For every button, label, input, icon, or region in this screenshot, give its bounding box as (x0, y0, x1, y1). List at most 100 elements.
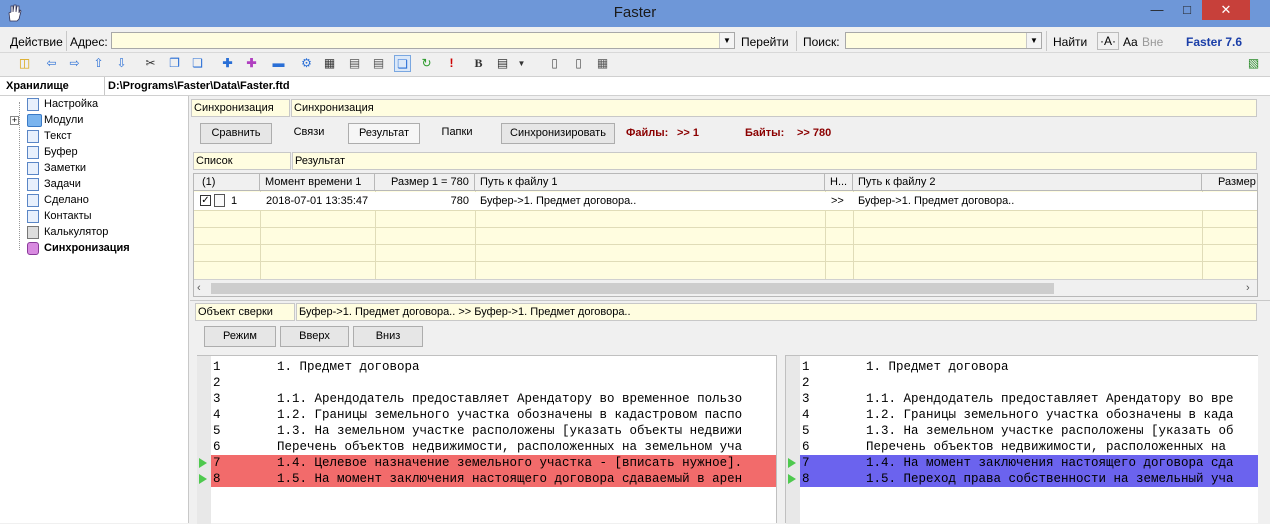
book-icon[interactable]: ▧ (1245, 55, 1262, 72)
sidebar-item-settings[interactable]: Настройка (27, 96, 98, 112)
address-combo[interactable]: ▼ (111, 32, 735, 49)
cut-icon[interactable]: ✂ (142, 55, 159, 72)
right-line: 2 (802, 376, 810, 390)
column-index[interactable]: (1) (194, 174, 260, 191)
find-button[interactable]: Найти (1053, 35, 1087, 49)
scroll-left-icon[interactable]: ‹ (197, 282, 201, 294)
result-button[interactable]: Результат (348, 123, 420, 144)
paste-icon[interactable]: ❏ (189, 55, 206, 72)
down-button[interactable]: Вниз (353, 326, 423, 347)
add-child-icon[interactable]: ✚ (243, 55, 260, 72)
address-bar: Действие Адрес: ▼ Перейти Поиск: ▼ Найти… (0, 29, 1270, 53)
left-line: 2 (213, 376, 221, 390)
action-menu[interactable]: Действие (10, 35, 63, 49)
expand-icon[interactable]: + (10, 116, 19, 125)
sync-icon[interactable]: ❏ (394, 55, 411, 72)
scroll-right-icon[interactable]: › (1246, 282, 1250, 294)
alert-icon[interactable]: ! (443, 55, 460, 72)
right-line: 5 1.3. На земельном участке расположены [… (802, 424, 1234, 438)
remove-icon[interactable]: ▬ (270, 55, 287, 72)
right-gutter (786, 356, 800, 524)
split-horizontal-icon[interactable]: ▯ (570, 55, 587, 72)
new-icon[interactable]: ◫ (16, 55, 33, 72)
panels-icon[interactable]: ▦ (594, 55, 611, 72)
sidebar-item-tasks[interactable]: Задачи (27, 176, 81, 192)
right-diff-pane[interactable]: 1 1. Предмет договора 2 3 1.1. Арендодател… (786, 355, 1258, 524)
sync-field-value[interactable]: Синхронизация (291, 99, 1257, 117)
right-line: 1 1. Предмет договора (802, 360, 1009, 374)
list-field-value[interactable]: Результат (292, 152, 1257, 170)
right-border (1258, 355, 1270, 523)
search-combo[interactable]: ▼ (845, 32, 1042, 49)
keyboard-icon[interactable]: ▦ (321, 55, 338, 72)
column-size2[interactable]: Размер (1202, 174, 1257, 191)
column-size1[interactable]: Размер 1 = 780 (375, 174, 475, 191)
left-line: 1 1. Предмет договора (213, 360, 420, 374)
chevron-down-icon[interactable]: ▼ (1026, 33, 1041, 48)
scrollbar-thumb[interactable] (211, 283, 1054, 294)
document-icon[interactable]: ▤ (346, 55, 363, 72)
sidebar-item-notes[interactable]: Заметки (27, 160, 86, 176)
column-time1[interactable]: Момент времени 1 (260, 174, 375, 191)
horizontal-scrollbar[interactable]: ‹ › (194, 279, 1257, 296)
column-path1[interactable]: Путь к файлу 1 (475, 174, 825, 191)
sidebar-item-text[interactable]: Текст (27, 128, 72, 144)
storage-path[interactable]: D:\Programs\Faster\Data\Faster.ftd (108, 80, 290, 92)
sidebar-item-buffer[interactable]: Буфер (27, 144, 78, 160)
grid-header: (1) Момент времени 1 Размер 1 = 780 Путь… (194, 174, 1257, 191)
compare-object-label: Объект сверки (195, 303, 295, 321)
row-direction: >> (831, 195, 844, 207)
right-line: 4 1.2. Границы земельного участка обознач… (802, 408, 1234, 422)
pane-splitter[interactable] (776, 355, 786, 523)
address-label: Адрес: (70, 35, 108, 49)
links-button[interactable]: Связи (278, 123, 340, 144)
document-icon (27, 194, 39, 207)
split-vertical-icon[interactable]: ▯ (546, 55, 563, 72)
format-icon[interactable]: ▤ (494, 55, 511, 72)
column-path2[interactable]: Путь к файлу 2 (853, 174, 1202, 191)
right-line: 3 1.1. Арендодатель предоставляет Арендат… (802, 392, 1234, 406)
document-icon (27, 178, 39, 191)
left-diff-pane[interactable]: 1 1. Предмет договора 2 3 1.1. Арендодател… (197, 355, 776, 524)
up-icon[interactable]: ⇧ (90, 55, 107, 72)
sidebar-item-sync[interactable]: Синхронизация (27, 240, 130, 256)
whole-word-button[interactable]: Вне (1142, 35, 1163, 49)
up-button[interactable]: Вверх (280, 326, 349, 347)
sidebar-item-calculator[interactable]: Калькулятор (27, 224, 108, 240)
dropdown-icon[interactable]: ▼ (513, 55, 530, 72)
document2-icon[interactable]: ▤ (370, 55, 387, 72)
add-icon[interactable]: ✚ (219, 55, 236, 72)
compare-button[interactable]: Сравнить (200, 123, 272, 144)
calculator-icon (27, 226, 39, 239)
close-button[interactable]: ✕ (1202, 0, 1250, 20)
sidebar-item-modules[interactable]: Модули (27, 112, 83, 128)
match-case-button[interactable]: Aa (1123, 35, 1138, 49)
settings-icon[interactable]: ⚙ (298, 55, 315, 72)
down-icon[interactable]: ⇩ (113, 55, 130, 72)
table-row[interactable]: ✓ 1 2018-07-01 13:35:47 780 Буфер->1. Пр… (194, 192, 1257, 210)
window-title: Faster (613, 4, 657, 21)
sidebar-item-done[interactable]: Сделано (27, 192, 89, 208)
go-button[interactable]: Перейти (741, 35, 789, 49)
minimize-button[interactable]: — (1142, 0, 1172, 20)
chevron-down-icon[interactable]: ▼ (719, 33, 734, 48)
files-icon (214, 194, 225, 207)
left-gutter (197, 356, 211, 524)
copy-icon[interactable]: ❐ (166, 55, 183, 72)
folders-button[interactable]: Папки (426, 123, 488, 144)
row-path1: Буфер->1. Предмет договора.. (480, 195, 637, 207)
results-grid[interactable]: (1) Момент времени 1 Размер 1 = 780 Путь… (193, 173, 1258, 297)
compare-object-value[interactable]: Буфер->1. Предмет договора.. >> Буфер->1… (296, 303, 1257, 321)
maximize-button[interactable]: □ (1172, 0, 1202, 20)
refresh-icon[interactable]: ↻ (418, 55, 435, 72)
synchronize-button[interactable]: Синхронизировать (501, 123, 615, 144)
column-direction[interactable]: Н... (825, 174, 853, 191)
mode-button[interactable]: Режим (204, 326, 276, 347)
toolbar: ◫ ⇦ ⇨ ⇧ ⇩ ✂ ❐ ❏ ✚ ✚ ▬ ⚙ ▦ ▤ ▤ ❏ ↻ ! B ▤ … (0, 53, 1270, 75)
forward-icon[interactable]: ⇨ (66, 55, 83, 72)
font-size-button[interactable]: ·A· (1097, 32, 1119, 50)
bold-icon[interactable]: B (470, 55, 487, 72)
back-icon[interactable]: ⇦ (43, 55, 60, 72)
row-checkbox[interactable]: ✓ (200, 195, 211, 206)
sidebar-item-contacts[interactable]: Контакты (27, 208, 92, 224)
